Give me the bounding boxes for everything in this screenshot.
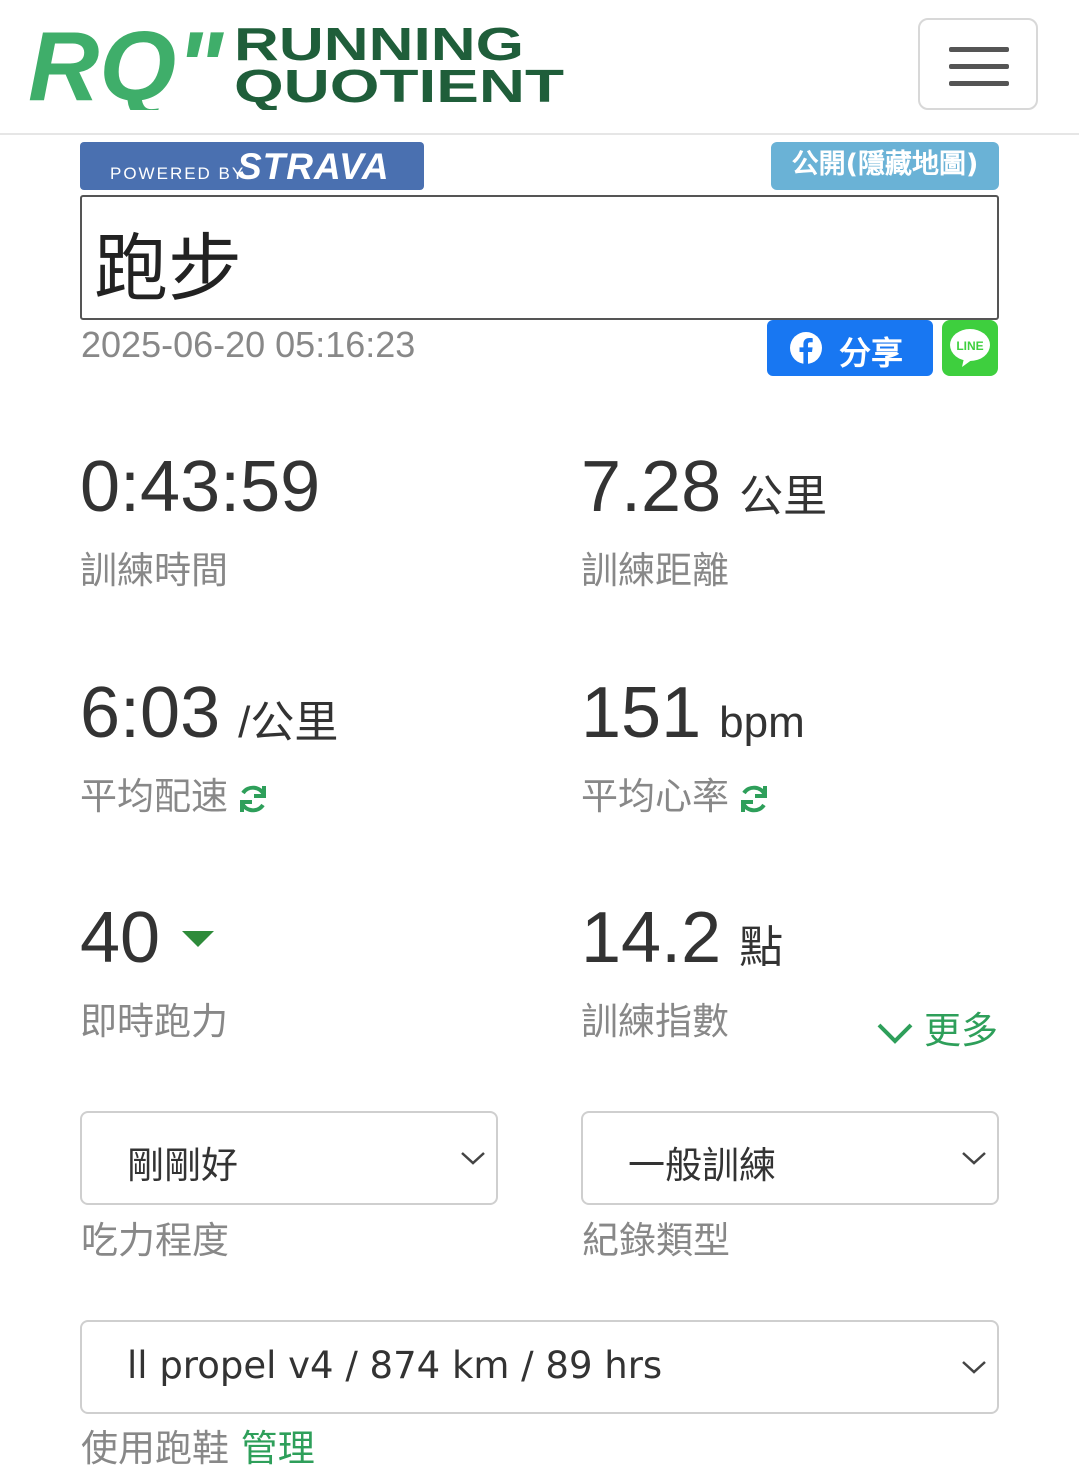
more-label: 更多 bbox=[924, 1009, 998, 1052]
average-heart-rate-value: 151 bbox=[581, 673, 702, 753]
manage-shoes-link[interactable]: 管理 bbox=[241, 1427, 315, 1470]
activity-datetime: 2025-06-20 05:16:23 bbox=[81, 324, 416, 365]
logo-line2: QUOTIENT bbox=[234, 60, 564, 110]
logo-mark: RQ" bbox=[28, 20, 225, 110]
training-distance-unit: 公里 bbox=[739, 472, 828, 521]
strava-brand: STRAVA bbox=[237, 146, 390, 187]
privacy-badge[interactable]: 公開(隱藏地圖) bbox=[771, 142, 999, 190]
stat-average-pace: 6:03/公里 平均配速 bbox=[80, 672, 338, 820]
refresh-icon[interactable] bbox=[236, 782, 270, 816]
facebook-share-label: 分享 bbox=[839, 334, 904, 372]
average-heart-rate-unit: bpm bbox=[719, 698, 805, 747]
shoes-selected-value: ll propel v4 / 874 km / 89 hrs bbox=[127, 1344, 663, 1387]
hamburger-icon bbox=[949, 47, 1009, 52]
shoes-select[interactable]: ll propel v4 / 874 km / 89 hrs bbox=[80, 1320, 999, 1414]
shoes-field-label: 使用跑鞋 管理 bbox=[81, 1418, 315, 1472]
stat-training-distance: 7.28 公里 訓練距離 bbox=[581, 446, 827, 594]
hamburger-icon-bar bbox=[949, 64, 1009, 69]
line-icon: LINE bbox=[950, 329, 990, 367]
training-index-value: 14.2 bbox=[581, 898, 722, 978]
chevron-down-icon bbox=[461, 1152, 485, 1165]
stat-training-time: 0:43:59 訓練時間 bbox=[80, 446, 320, 594]
hamburger-icon-bar bbox=[949, 81, 1009, 86]
powered-by-strava-badge[interactable]: POWERED BY STRAVA bbox=[80, 142, 424, 190]
app-header: RQ" RUNNING QUOTIENT bbox=[0, 0, 1079, 135]
running-quotient-logo[interactable]: RQ" RUNNING QUOTIENT bbox=[28, 20, 568, 110]
running-power-label: 即時跑力 bbox=[80, 1000, 228, 1043]
trend-down-icon bbox=[182, 930, 215, 947]
average-heart-rate-label: 平均心率 bbox=[581, 775, 729, 818]
stat-running-power: 40 即時跑力 bbox=[80, 897, 228, 1045]
training-time-label: 訓練時間 bbox=[80, 549, 228, 592]
average-pace-unit: /公里 bbox=[238, 698, 339, 747]
line-share-button[interactable]: LINE bbox=[942, 320, 998, 376]
effort-label: 吃力程度 bbox=[81, 1219, 229, 1262]
activity-title-input[interactable]: 跑步 bbox=[80, 195, 999, 320]
chevron-down-icon bbox=[877, 1023, 913, 1044]
record-type-selected-value: 一般訓練 bbox=[628, 1144, 776, 1187]
training-distance-label: 訓練距離 bbox=[581, 549, 729, 592]
refresh-icon[interactable] bbox=[737, 782, 771, 816]
activity-page: RQ" RUNNING QUOTIENT POWERED BY STRAVA 公… bbox=[0, 0, 1079, 1478]
more-toggle-button[interactable]: 更多 bbox=[876, 1000, 998, 1054]
average-pace-label: 平均配速 bbox=[80, 775, 228, 818]
running-power-value: 40 bbox=[80, 898, 161, 978]
training-index-unit: 點 bbox=[739, 923, 784, 972]
training-time-value: 0:43:59 bbox=[80, 447, 321, 527]
chevron-down-icon bbox=[962, 1361, 986, 1374]
record-type-label: 紀錄類型 bbox=[582, 1219, 730, 1262]
stat-training-index: 14.2 點 訓練指數 bbox=[581, 897, 783, 1045]
facebook-icon bbox=[790, 332, 822, 364]
powered-by-label: POWERED BY bbox=[110, 164, 246, 183]
chevron-down-icon bbox=[962, 1152, 986, 1165]
facebook-share-button[interactable]: 分享 bbox=[767, 320, 933, 376]
average-pace-value: 6:03 bbox=[80, 673, 221, 753]
record-type-select[interactable]: 一般訓練 bbox=[581, 1111, 999, 1205]
training-index-label: 訓練指數 bbox=[581, 1000, 729, 1043]
activity-title: 跑步 bbox=[94, 226, 242, 312]
effort-selected-value: 剛剛好 bbox=[127, 1144, 238, 1187]
stat-average-heart-rate: 151 bpm 平均心率 bbox=[581, 672, 805, 820]
shoes-label: 使用跑鞋 bbox=[81, 1427, 229, 1470]
hamburger-menu-button[interactable] bbox=[918, 18, 1038, 110]
effort-select[interactable]: 剛剛好 bbox=[80, 1111, 498, 1205]
training-distance-value: 7.28 bbox=[581, 447, 722, 527]
line-icon-text: LINE bbox=[956, 339, 983, 353]
